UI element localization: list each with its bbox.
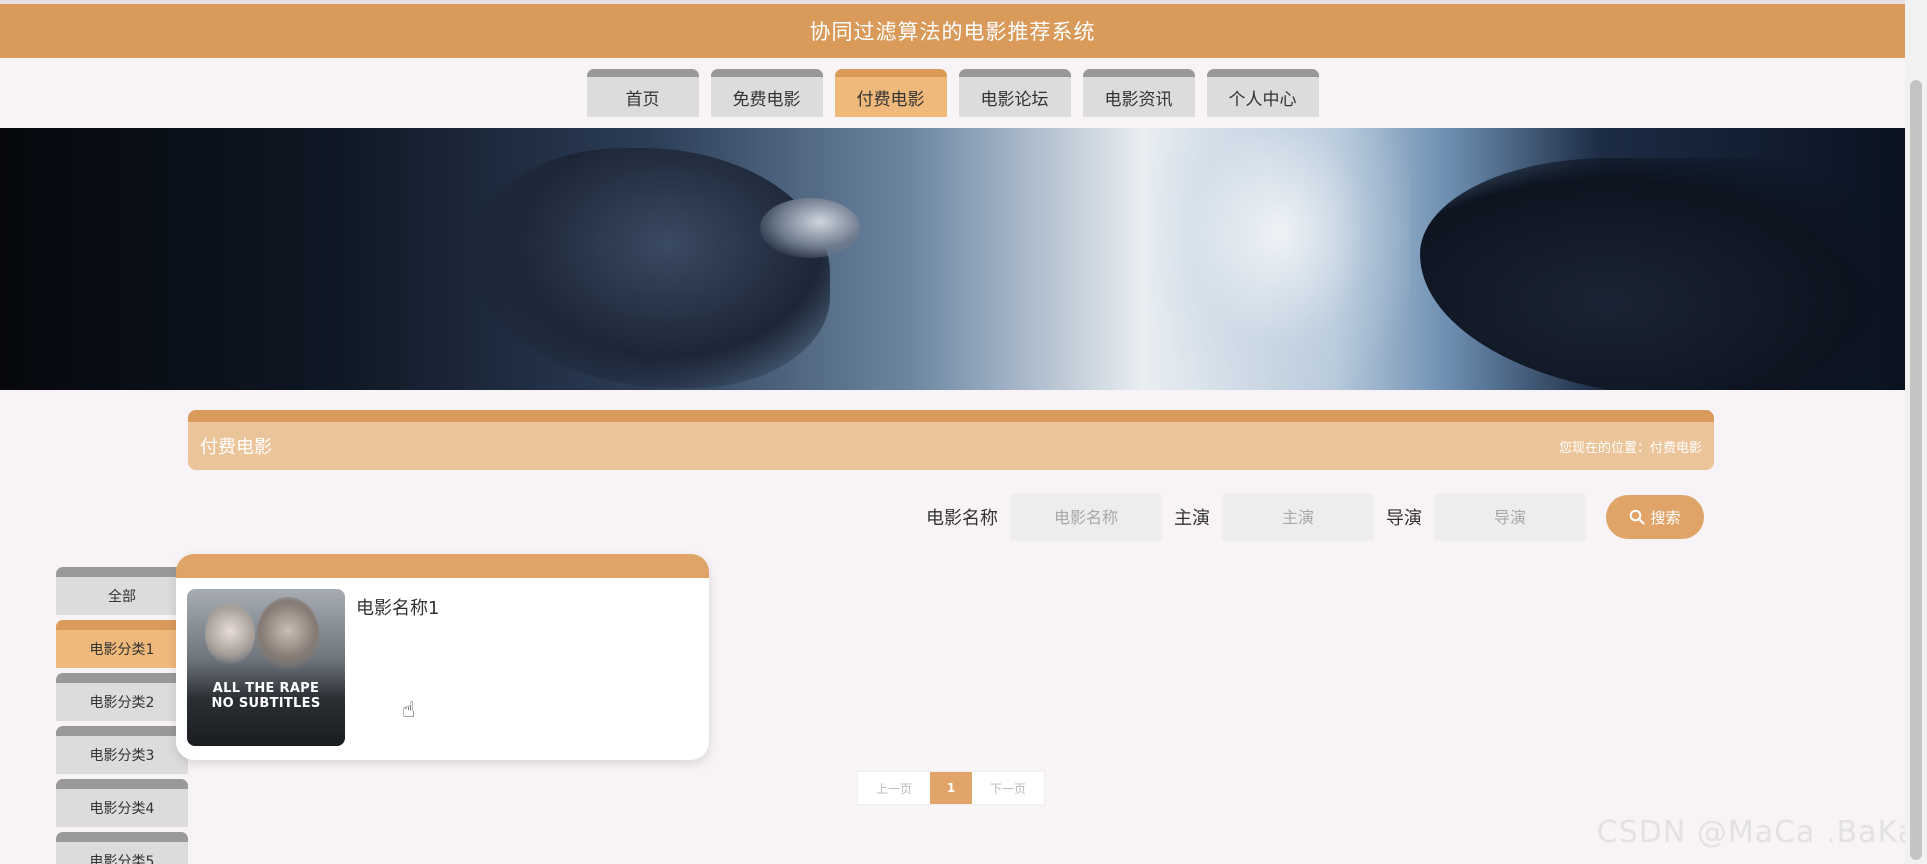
hero-banner: [0, 128, 1905, 390]
poster-figure-right: [257, 597, 319, 671]
nav-item-personal-center[interactable]: 个人中心: [1206, 69, 1319, 117]
section-title: 付费电影: [200, 437, 272, 458]
section-header: 付费电影 您现在的位置：付费电影: [188, 410, 1714, 470]
director-input[interactable]: [1434, 493, 1586, 541]
poster-title-text: ALL THE RAPE NO SUBTITLES: [187, 681, 345, 711]
main-nav: 首页 免费电影 付费电影 电影论坛 电影资讯 个人中心: [0, 69, 1905, 117]
current-page-button[interactable]: 1: [930, 772, 972, 804]
nav-item-movie-forum[interactable]: 电影论坛: [958, 69, 1071, 117]
nav-item-paid-movies[interactable]: 付费电影: [834, 69, 947, 117]
pagination: 上一页 1 下一页: [857, 771, 1045, 805]
poster-title: ALL THE RAPE NO SUBTITLES: [211, 681, 321, 711]
banner-astronaut-boot: [760, 198, 860, 258]
category-1[interactable]: 电影分类1: [56, 620, 188, 668]
category-5[interactable]: 电影分类5: [56, 832, 188, 864]
prev-page-button[interactable]: 上一页: [858, 772, 930, 804]
movie-poster[interactable]: ALL THE RAPE NO SUBTITLES: [187, 589, 345, 746]
category-2[interactable]: 电影分类2: [56, 673, 188, 721]
poster-figure-left: [205, 603, 255, 665]
scrollbar-thumb[interactable]: [1910, 80, 1922, 860]
movie-card[interactable]: ALL THE RAPE NO SUBTITLES 电影名称1: [176, 554, 709, 760]
nav-item-home[interactable]: 首页: [586, 69, 699, 117]
director-label: 导演: [1386, 508, 1422, 529]
movie-name-label: 电影名称: [926, 508, 998, 529]
watermark: CSDN @MaCa .BaKa: [1596, 815, 1917, 850]
search-icon: [1630, 509, 1646, 525]
search-button[interactable]: 搜索: [1606, 495, 1704, 539]
actor-label: 主演: [1174, 508, 1210, 529]
next-page-button[interactable]: 下一页: [972, 772, 1044, 804]
category-list: 全部 电影分类1 电影分类2 电影分类3 电影分类4 电影分类5: [56, 567, 188, 864]
nav-item-movie-news[interactable]: 电影资讯: [1082, 69, 1195, 117]
category-4[interactable]: 电影分类4: [56, 779, 188, 827]
banner-earth-glow: [1150, 128, 1410, 390]
banner-space-station: [1420, 158, 1890, 390]
movie-name[interactable]: 电影名称1: [356, 594, 439, 620]
search-button-label: 搜索: [1650, 508, 1681, 527]
hand-cursor-icon: ☝: [402, 698, 416, 723]
nav-item-free-movies[interactable]: 免费电影: [710, 69, 823, 117]
category-3[interactable]: 电影分类3: [56, 726, 188, 774]
site-title: 协同过滤算法的电影推荐系统: [809, 20, 1096, 44]
movie-name-input[interactable]: [1010, 493, 1162, 541]
site-header: 协同过滤算法的电影推荐系统: [0, 4, 1905, 58]
search-bar: 电影名称 主演 导演 搜索: [926, 493, 1704, 541]
category-all[interactable]: 全部: [56, 567, 188, 615]
page-scrollbar[interactable]: [1905, 0, 1927, 864]
actor-input[interactable]: [1222, 493, 1374, 541]
breadcrumb: 您现在的位置：付费电影: [1558, 440, 1702, 456]
banner-astronaut: [470, 148, 830, 388]
